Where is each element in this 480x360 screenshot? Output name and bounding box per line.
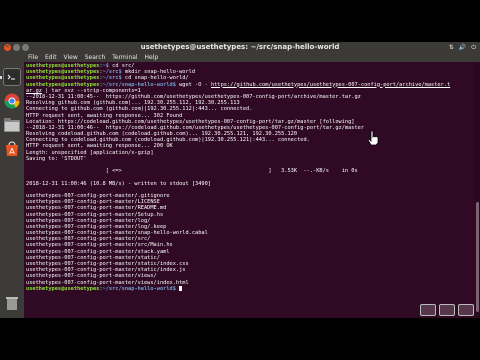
output-text: HTTP request sent, awaiting response... … xyxy=(26,112,183,119)
output-text: usethetypes-007-config-port-master/READM… xyxy=(26,205,167,212)
terminal-line: usethetypes@usethetypes:~/src/snap-hello… xyxy=(26,285,473,292)
url-link[interactable]: ar.gz xyxy=(26,88,42,94)
prompt-path: :~/src$ xyxy=(99,69,122,76)
prompt-user: usethetypes@usethetypes xyxy=(26,81,100,88)
output-text: Length: unspecified [application/x-gzip] xyxy=(26,149,154,156)
active-indicator xyxy=(0,76,2,79)
output-text: usethetypes-007-config-port-master/log/ xyxy=(26,217,151,224)
window-title: usethetypes@usethetypes: ~/src/snap-hell… xyxy=(140,43,340,51)
system-tray: ⇅ 🔊 ⏻ xyxy=(449,42,476,53)
output-text: | tar xvz --strip-components=1 xyxy=(41,87,141,94)
svg-text:A: A xyxy=(9,147,15,156)
output-text: usethetypes-007-config-port-master/stack… xyxy=(26,248,170,255)
settings-button[interactable] xyxy=(439,304,455,316)
output-text: Resolving github.com (github.com)... 192… xyxy=(26,100,240,107)
video-controls xyxy=(420,304,474,316)
output-text: --2018-12-31 11:00:45-- https://github.c… xyxy=(26,93,361,100)
menu-edit[interactable]: Edit xyxy=(45,54,57,61)
chrome-icon[interactable] xyxy=(3,92,21,110)
power-icon[interactable]: ⏻ xyxy=(471,42,476,53)
launcher-dock: A xyxy=(0,62,24,318)
command-text: cd src/ xyxy=(108,63,135,69)
output-text: --2018-12-31 11:00:46-- https://codeload… xyxy=(26,124,365,131)
output-text: usethetypes-007-config-port-master/stati… xyxy=(26,254,160,261)
prompt-user: usethetypes@usethetypes xyxy=(26,69,100,76)
subtitles-button[interactable] xyxy=(420,304,436,316)
prompt-path: :~/src$ xyxy=(99,75,122,82)
output-text: Location: https://codeload.github.com/us… xyxy=(26,118,355,125)
desktop-screen: ✕ usethetypes@usethetypes: ~/src/snap-he… xyxy=(0,42,480,318)
output-text: usethetypes-007-config-port-master/stati… xyxy=(26,261,189,267)
output-text: [ <=> ] 3.53K --.-KB/s in 0s xyxy=(26,168,358,175)
output-text: usethetypes-007-config-port-master/.giti… xyxy=(26,192,170,199)
output-text: usethetypes-007-config-port-master/src/ xyxy=(26,236,151,243)
output-text: Connecting to codeload.github.com (codel… xyxy=(26,137,310,144)
terminal-output[interactable]: usethetypes@usethetypes:~$ cd src/usethe… xyxy=(24,62,475,318)
output-text: Connecting to github.com (github.com)|19… xyxy=(26,106,253,113)
output-text: Resolving codeload.github.com (codeload.… xyxy=(26,131,298,138)
video-frame: ✕ usethetypes@usethetypes: ~/src/snap-he… xyxy=(0,0,480,360)
files-icon[interactable] xyxy=(3,116,21,134)
fullscreen-button[interactable] xyxy=(458,304,474,316)
menu-help[interactable]: Help xyxy=(145,54,159,61)
output-text: usethetypes-007-config-port-master/views… xyxy=(26,273,157,280)
menu-file[interactable]: File xyxy=(28,54,38,61)
command-text: cd snap-hello-world/ xyxy=(121,75,189,82)
output-text: usethetypes-007-config-port-master/views… xyxy=(26,279,189,286)
prompt-path: :~/src/snap-hello-world$ xyxy=(99,285,176,292)
prompt-user: usethetypes@usethetypes xyxy=(26,75,100,82)
prompt-path: :~/src/snap-hello-world$ xyxy=(99,81,176,88)
output-text: usethetypes-007-config-port-master/snap-… xyxy=(26,230,208,237)
command-text: wget -O - xyxy=(175,81,211,88)
output-text: usethetypes-007-config-port-master/stati… xyxy=(26,267,186,274)
menu-search[interactable]: Search xyxy=(85,54,106,61)
prompt-user: usethetypes@usethetypes xyxy=(26,63,100,69)
menu-terminal[interactable]: Terminal xyxy=(112,54,137,61)
command-text: mkdir snap-hello-world xyxy=(121,69,196,76)
output-text: usethetypes-007-config-port-master/Setup… xyxy=(26,211,164,218)
software-icon[interactable]: A xyxy=(3,140,21,158)
output-text: 2018-12-31 11:00:46 (10.8 MB/s) - writte… xyxy=(26,180,211,187)
terminal-icon[interactable] xyxy=(3,68,21,86)
network-icon[interactable]: ⇅ xyxy=(449,42,454,53)
window-titlebar[interactable]: ✕ usethetypes@usethetypes: ~/src/snap-he… xyxy=(0,42,480,53)
volume-icon[interactable]: 🔊 xyxy=(459,42,466,53)
url-link[interactable]: https://github.com/usethetypes/usethetyp… xyxy=(211,82,450,88)
output-text: usethetypes-007-config-port-master/log/.… xyxy=(26,223,167,230)
output-text: usethetypes-007-config-port-master/LICEN… xyxy=(26,199,160,206)
output-text: Saving to: 'STDOUT' xyxy=(26,155,87,162)
trash-icon[interactable] xyxy=(3,294,21,312)
output-text: HTTP request sent, awaiting response... … xyxy=(26,143,173,150)
prompt-user: usethetypes@usethetypes xyxy=(26,285,100,292)
menu-bar: File Edit View Search Terminal Help xyxy=(0,53,480,62)
terminal-scrollbar[interactable] xyxy=(475,62,480,318)
menu-view[interactable]: View xyxy=(64,54,78,61)
prompt-path: :~$ xyxy=(99,63,109,69)
scrollbar-thumb[interactable] xyxy=(476,202,479,312)
hand-pointer-icon xyxy=(367,130,379,146)
output-text: usethetypes-007-config-port-master/src/M… xyxy=(26,242,173,249)
text-cursor xyxy=(179,285,183,291)
